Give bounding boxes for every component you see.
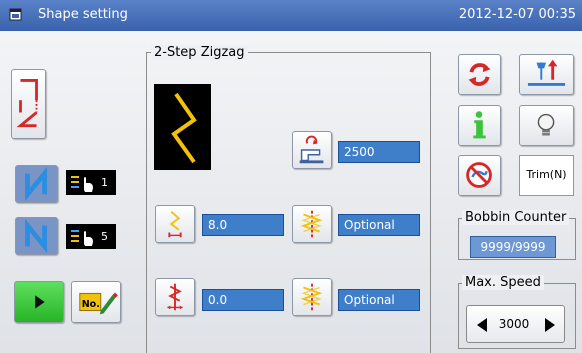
- speed-field[interactable]: 2500: [338, 141, 420, 163]
- stitch-count-value-2: 5: [101, 230, 108, 243]
- n-pattern-mirror-icon: [25, 218, 47, 254]
- zigzag-offset-icon: [167, 283, 183, 311]
- offset-field[interactable]: 0.0: [202, 289, 284, 311]
- zigzag-width-icon: [168, 210, 182, 238]
- zigzag-preview: [154, 84, 211, 170]
- increase-arrow-icon[interactable]: [539, 315, 559, 335]
- info-button[interactable]: [458, 105, 501, 146]
- n-pattern-button[interactable]: [15, 165, 58, 203]
- zigzag-width-button[interactable]: [155, 205, 195, 243]
- zigzag-shape-icon: [16, 79, 38, 128]
- stitch-count-tag-1: 1: [66, 170, 116, 195]
- n-pattern-icon: [25, 166, 47, 202]
- bobbin-counter-title: Bobbin Counter: [462, 210, 570, 225]
- light-button[interactable]: [519, 105, 574, 146]
- play-icon: [35, 295, 45, 309]
- trim-button[interactable]: Trim(N): [519, 155, 574, 196]
- needle-center-icon: [300, 283, 323, 311]
- window-icon: [9, 8, 22, 21]
- n-pattern-mirror-button[interactable]: [15, 217, 58, 255]
- machine-speed-button[interactable]: [292, 131, 332, 169]
- datetime-display: 2012-12-07 00:35: [458, 7, 576, 22]
- no-bobbin-button[interactable]: [458, 155, 501, 196]
- offset-option-button[interactable]: [292, 278, 332, 316]
- window-title: Shape setting: [38, 7, 128, 22]
- sewing-machine-refresh-icon: [299, 135, 324, 164]
- stitch-count-value-1: 1: [101, 176, 108, 189]
- zigzag-shape-button[interactable]: [11, 69, 46, 139]
- pattern-group-title: 2-Step Zigzag: [151, 45, 248, 60]
- width-option-field[interactable]: Optional: [338, 214, 420, 236]
- main-content: 1 5 No. 2-Step Zigzag 2500 8.0 Optional …: [0, 31, 582, 353]
- needle-hand-icon: [71, 176, 93, 192]
- max-speed-stepper: 3000: [466, 305, 565, 343]
- offset-option-field[interactable]: Optional: [338, 289, 420, 311]
- bobbin-counter-value[interactable]: 9999/9999: [470, 236, 556, 258]
- refresh-button[interactable]: [458, 54, 501, 95]
- needle-up-icon: [527, 59, 566, 86]
- max-speed-value: 3000: [498, 317, 530, 331]
- two-step-zigzag-icon: [171, 92, 197, 164]
- refresh-arrows-icon: [468, 63, 491, 86]
- needle-up-button[interactable]: [519, 54, 574, 95]
- light-bulb-icon: [537, 113, 555, 136]
- decrease-arrow-icon[interactable]: [473, 315, 493, 335]
- info-icon: [473, 111, 486, 139]
- needle-center-icon: [300, 210, 323, 238]
- play-button[interactable]: [14, 281, 64, 323]
- title-bar: Shape setting 2012-12-07 00:35: [0, 0, 582, 31]
- number-edit-icon: No.: [79, 292, 118, 315]
- number-edit-button[interactable]: No.: [71, 281, 121, 323]
- width-option-button[interactable]: [292, 205, 332, 243]
- offset-button[interactable]: [155, 278, 195, 316]
- needle-hand-icon: [71, 230, 93, 246]
- svg-text:No.: No.: [82, 299, 100, 310]
- width-field[interactable]: 8.0: [202, 214, 284, 236]
- max-speed-title: Max. Speed: [462, 275, 544, 290]
- no-sewing-icon: [466, 162, 492, 188]
- stitch-count-tag-2: 5: [66, 224, 116, 249]
